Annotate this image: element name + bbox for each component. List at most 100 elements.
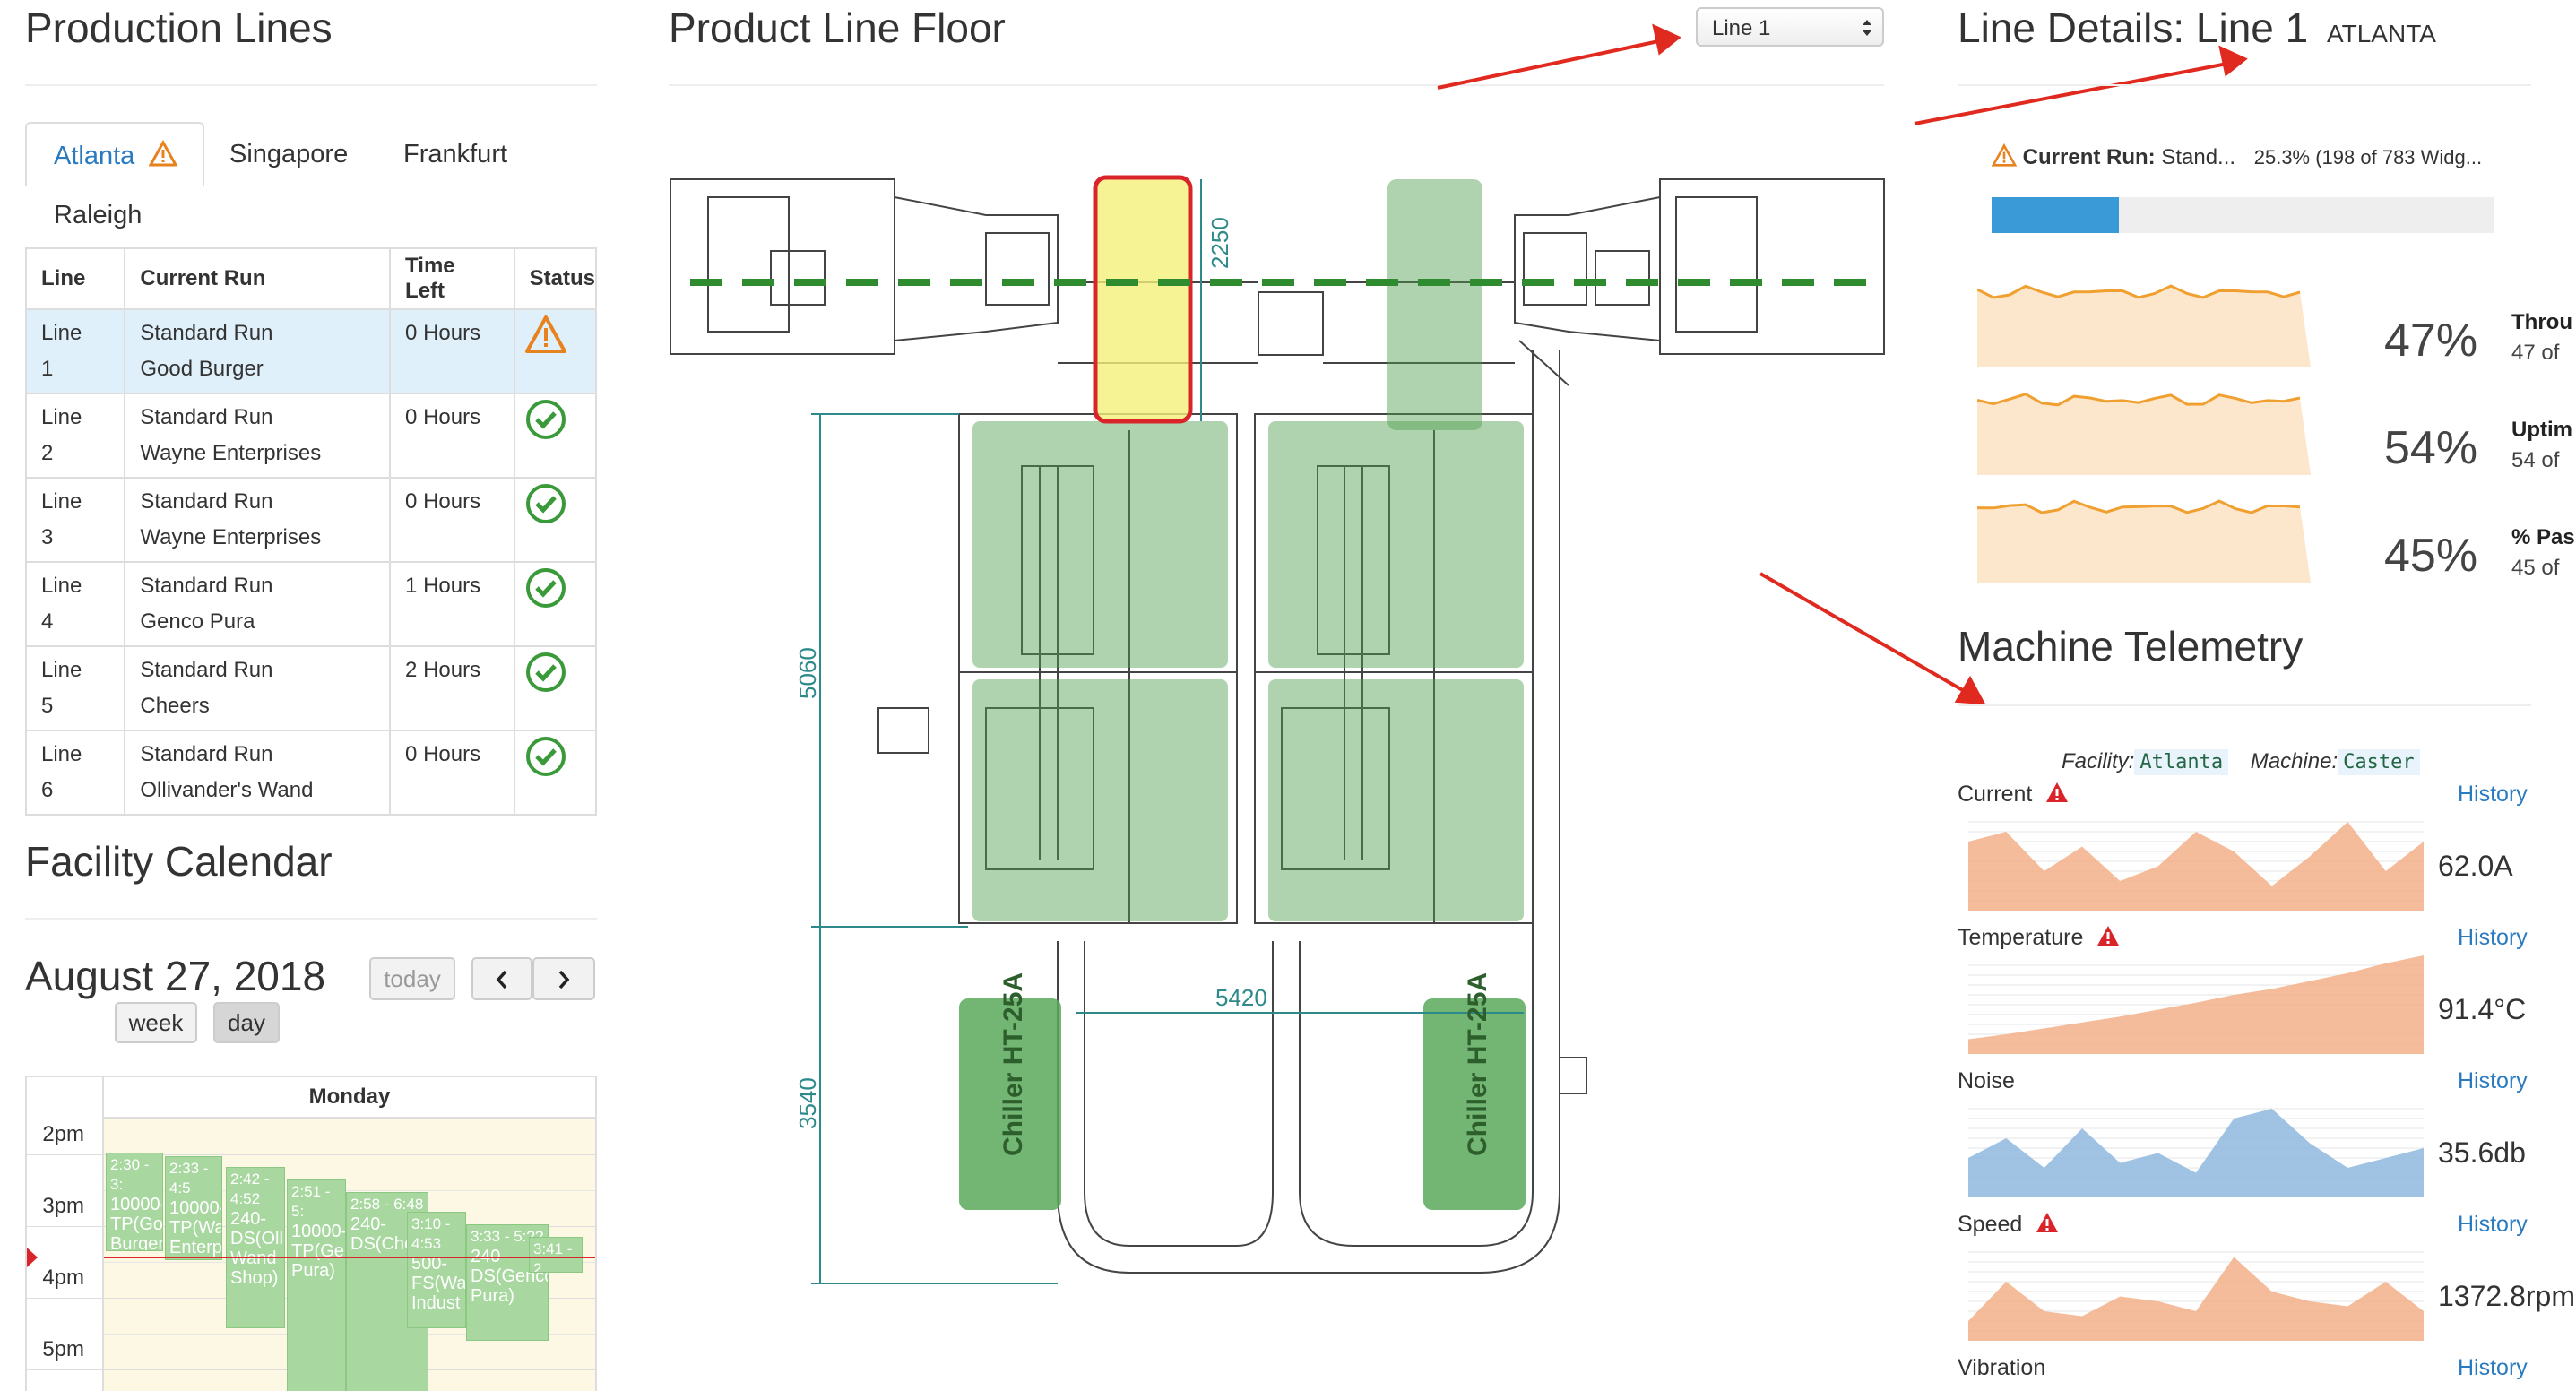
side-unit: [877, 707, 929, 754]
telemetry-value: 1372.8rpm: [2438, 1280, 2575, 1312]
check-circle-icon: [525, 484, 566, 523]
calendar-event[interactable]: 3:41 - 2: [529, 1237, 583, 1273]
table-row[interactable]: Line 4 Standard Run Genco Pura 1 Hours: [24, 561, 598, 647]
calendar-event[interactable]: 2:30 - 3:10000-TP(Goo Burger: [106, 1153, 163, 1251]
calendar-grid: Monday 2pm 3pm 4pm 5pm 2:30 - 3: 10000-TP(Go…: [25, 1076, 597, 1391]
time-left-cell: 1 Hours: [389, 561, 515, 647]
day-view-button[interactable]: day: [213, 1002, 280, 1043]
next-button[interactable]: [532, 957, 595, 1000]
zone-yellow-selected: [1093, 175, 1193, 424]
line-details-heading: Line Details: Line 1: [1958, 4, 2309, 51]
warning-icon: [1991, 143, 2018, 167]
event-time: 2:51 - 5:: [291, 1183, 331, 1220]
dim-2250: 2250: [1206, 217, 1233, 269]
alert-icon: [2097, 926, 2120, 946]
location-label: ATLANTA: [2327, 20, 2436, 48]
warning-icon: [524, 315, 566, 353]
prev-button[interactable]: [471, 957, 532, 1000]
calendar-event[interactable]: 3:10 - 4:53 500-FS(Wa Indust: [407, 1212, 466, 1328]
telemetry-chart: [1968, 821, 2424, 911]
column-header-time-left[interactable]: Time Left: [389, 247, 515, 310]
run-progress-fill: [1992, 197, 2119, 233]
current-run-cell: Standard Run Wayne Enterprises: [124, 477, 392, 563]
dim-5060: 5060: [794, 647, 821, 699]
today-button[interactable]: today: [369, 957, 455, 1000]
calendar-time-label: 3pm: [42, 1194, 84, 1218]
left-feeder-machine: [670, 178, 895, 355]
zone-green-3: [972, 679, 1228, 921]
kpi-subtext: 47 of: [2511, 341, 2560, 365]
telemetry-chart: [1968, 1108, 2424, 1197]
current-run-cell: Standard Run Good Burger: [124, 308, 392, 394]
kpi-sparkline: [1977, 499, 2311, 583]
dim-3540: 3540: [794, 1077, 821, 1129]
alert-icon: [2036, 1213, 2059, 1232]
line-cell: Line 6: [24, 730, 126, 816]
time-left-cell: 0 Hours: [389, 393, 515, 479]
tab-frankfurt[interactable]: Frankfurt: [403, 140, 507, 169]
kpi-percent: 45%: [2384, 530, 2478, 582]
table-row[interactable]: Line 6 Standard Run Ollivander's Wand 0 Hour…: [24, 730, 598, 816]
week-view-button[interactable]: week: [115, 1002, 197, 1043]
table-row[interactable]: Line 1 Standard Run Good Burger 0 Hours: [24, 308, 598, 394]
current-run-cell: Standard Run Cheers: [124, 645, 392, 731]
event-time: 2:30 - 3:: [110, 1156, 150, 1193]
facility-calendar-title: Facility Calendar: [25, 838, 333, 885]
history-link[interactable]: History: [2458, 1355, 2528, 1381]
history-link[interactable]: History: [2458, 1068, 2528, 1094]
check-circle-icon: [525, 400, 566, 439]
event-title: 10000-TP(Goo Burger: [110, 1195, 163, 1251]
zone-green-2: [972, 421, 1228, 668]
time-left-cell: 0 Hours: [389, 308, 515, 394]
history-link[interactable]: History: [2458, 1212, 2528, 1238]
production-lines-table: Line Current Run Time Left Status Line 1 S…: [24, 247, 598, 816]
calendar-event[interactable]: 2:51 - 5: 10000-TP(Ger Pura): [287, 1179, 346, 1391]
check-circle-icon: [525, 568, 566, 608]
event-title: 10000-TP(Way Enterpr: [169, 1198, 222, 1257]
current-time-line: [104, 1257, 595, 1258]
kpi-percent: 47%: [2384, 315, 2478, 367]
table-row[interactable]: Line 3 Standard Run Wayne Enterprises 0 Hour…: [24, 477, 598, 563]
divider: [25, 84, 597, 86]
column-header-current-run[interactable]: Current Run: [124, 247, 392, 310]
divider: [1958, 84, 2531, 86]
chiller-right-label: Chiller HT-25A: [1463, 972, 1492, 1156]
column-header-line[interactable]: Line: [24, 247, 126, 310]
telemetry-value: 91.4°C: [2438, 993, 2527, 1025]
tab-singapore[interactable]: Singapore: [229, 140, 348, 169]
line-cell: Line 1: [24, 308, 126, 394]
kpi-percent: 54%: [2384, 422, 2478, 474]
kpi-subtext: 54 of: [2511, 448, 2560, 472]
current-run-cell: Standard Run Wayne Enterprises: [124, 393, 392, 479]
status-cell: [513, 730, 598, 816]
table-row[interactable]: Line 2 Standard Run Wayne Enterprises 0 Hour…: [24, 393, 598, 479]
machine-telemetry-title: Machine Telemetry: [1958, 623, 2304, 670]
event-title: 10000-TP(Ger Pura): [291, 1222, 346, 1281]
table-row[interactable]: Line 5 Standard Run Cheers 2 Hours: [24, 645, 598, 731]
event-title: 500-FS(Wa Indust: [411, 1254, 466, 1313]
status-cell: [513, 308, 598, 394]
time-left-cell: 0 Hours: [389, 477, 515, 563]
tab-raleigh[interactable]: Raleigh: [54, 201, 142, 230]
telemetry-value: 35.6db: [2438, 1136, 2526, 1169]
status-cell: [513, 561, 598, 647]
telemetry-chart: [1968, 1251, 2424, 1341]
line-cell: Line 3: [24, 477, 126, 563]
calendar-time-label: 4pm: [42, 1266, 84, 1290]
event-time: 2:33 - 4:5: [169, 1160, 209, 1197]
status-cell: [513, 477, 598, 563]
telemetry-label: Temperature: [1958, 925, 2120, 951]
chevron-right-icon: [558, 970, 570, 989]
calendar-event[interactable]: 2:33 - 4:510000-TP(Way Enterpr: [165, 1156, 222, 1260]
current-time-arrow-icon: [27, 1248, 38, 1267]
telemetry-label: Noise: [1958, 1068, 2015, 1093]
line-cell: Line 5: [24, 645, 126, 731]
calendar-day-header: Monday: [102, 1077, 595, 1119]
divider: [25, 918, 597, 920]
tab-atlanta[interactable]: Atlanta: [25, 122, 204, 186]
history-link[interactable]: History: [2458, 925, 2528, 951]
column-header-status[interactable]: Status: [513, 247, 598, 310]
dim-5420: 5420: [1215, 984, 1267, 1011]
calendar-event[interactable]: 2:42 - 4:52 240-DS(Olli Wand Shop): [226, 1167, 285, 1328]
history-link[interactable]: History: [2458, 782, 2528, 808]
